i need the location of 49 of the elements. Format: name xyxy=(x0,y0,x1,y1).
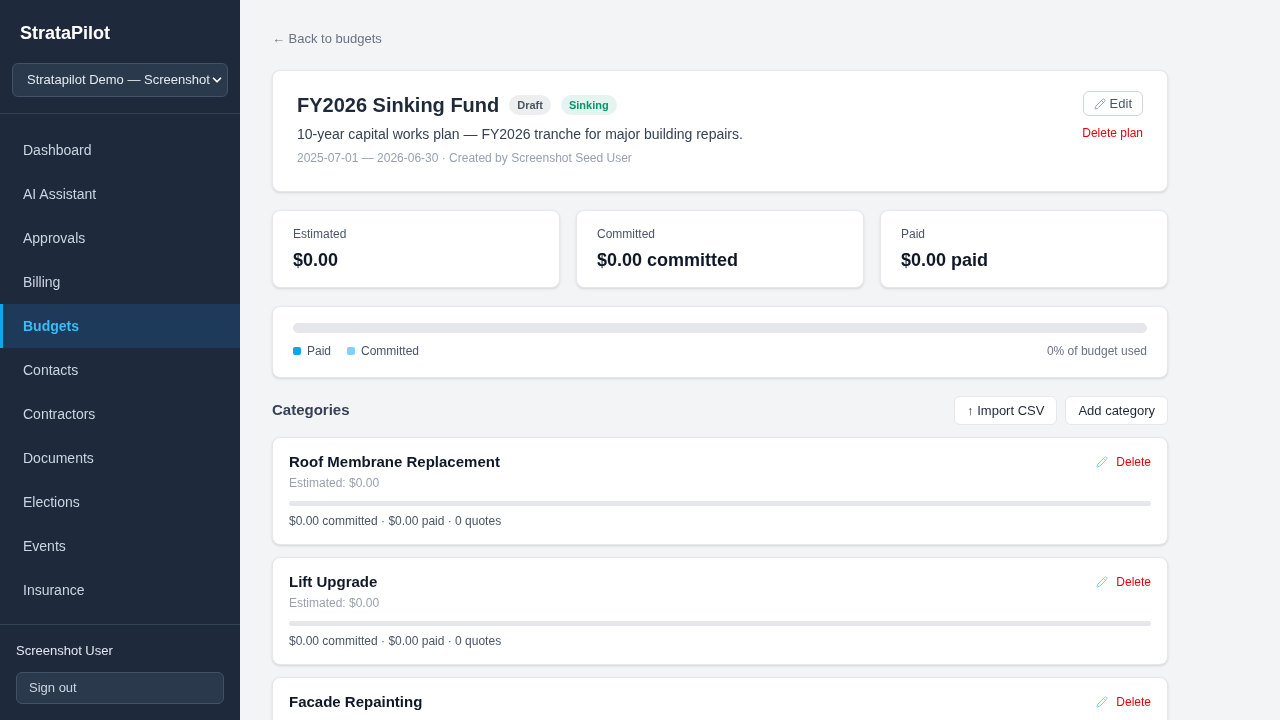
plan-meta: 2025-07-01 — 2026-06-30 · Created by Screenshot Seed User xyxy=(297,150,633,166)
add-category-button[interactable]: Add category xyxy=(1065,396,1168,425)
legend-label: Committed xyxy=(361,343,420,359)
budget-used-reading: 0% of budget used xyxy=(1046,343,1147,359)
pencil-icon[interactable] xyxy=(1096,456,1109,468)
stat-value: $0.00 paid xyxy=(901,249,990,272)
user-name: Screenshot User xyxy=(16,643,114,659)
sign-out-button[interactable]: Sign out xyxy=(16,672,224,704)
plan-description: 10-year capital works plan — FY2026 tranche for major building repairs. xyxy=(297,125,743,144)
nav-item[interactable]: Billing xyxy=(0,260,240,304)
stat-label: Estimated xyxy=(293,226,348,242)
nav-item[interactable]: AI Assistant xyxy=(0,172,240,216)
pencil-icon[interactable] xyxy=(1096,576,1109,588)
edit-button[interactable]: Edit xyxy=(1082,91,1143,116)
legend-label: Paid xyxy=(307,343,332,359)
nav-item[interactable]: Contractors xyxy=(0,392,240,436)
status-badge: Sinking xyxy=(560,95,617,115)
nav-item[interactable]: Elections xyxy=(0,480,240,524)
nav-item[interactable]: Dashboard xyxy=(0,128,240,172)
category-estimate: Estimated: $0.00 xyxy=(289,595,380,611)
stat-label: Paid xyxy=(901,226,927,242)
nav-item[interactable]: Contacts xyxy=(0,348,240,392)
category-summary: $0.00 committed · $0.00 paid · 0 quotes xyxy=(289,633,503,649)
nav-item[interactable]: Insurance xyxy=(0,568,240,612)
nav-item[interactable]: Documents xyxy=(0,436,240,480)
nav-item[interactable]: Budgets xyxy=(0,304,240,348)
delete-plan-link[interactable]: Delete plan xyxy=(1082,125,1143,141)
delete-link[interactable]: Delete xyxy=(1116,694,1151,710)
back-link[interactable]: ← Back to budgets xyxy=(272,30,382,48)
delete-link[interactable]: Delete xyxy=(1116,574,1151,590)
stat-value: $0.00 xyxy=(293,249,340,272)
category-name: Roof Membrane Replacement xyxy=(289,452,500,472)
nav-item[interactable]: Events xyxy=(0,524,240,568)
category-name: Lift Upgrade xyxy=(289,572,379,592)
app-title: StrataPilot xyxy=(19,22,112,45)
nav-item[interactable]: Approvals xyxy=(0,216,240,260)
category-summary: $0.00 committed · $0.00 paid · 0 quotes xyxy=(289,513,503,529)
plan-title: FY2026 Sinking Fund xyxy=(297,93,500,118)
category-name: Facade Repainting xyxy=(289,692,423,712)
stat-label: Committed xyxy=(597,226,656,242)
stat-value: $0.00 committed xyxy=(597,249,740,272)
section-title: Categories xyxy=(272,400,350,421)
import-csv-button[interactable]: ↑ Import CSV xyxy=(954,396,1058,425)
pencil-icon xyxy=(1093,97,1106,110)
workspace-select[interactable]: Stratapilot Demo — Screenshot xyxy=(12,63,228,97)
pencil-icon[interactable] xyxy=(1096,696,1109,708)
status-badge: Draft xyxy=(509,95,551,115)
category-estimate: Estimated: $0.00 xyxy=(289,475,381,491)
delete-link[interactable]: Delete xyxy=(1116,454,1151,470)
